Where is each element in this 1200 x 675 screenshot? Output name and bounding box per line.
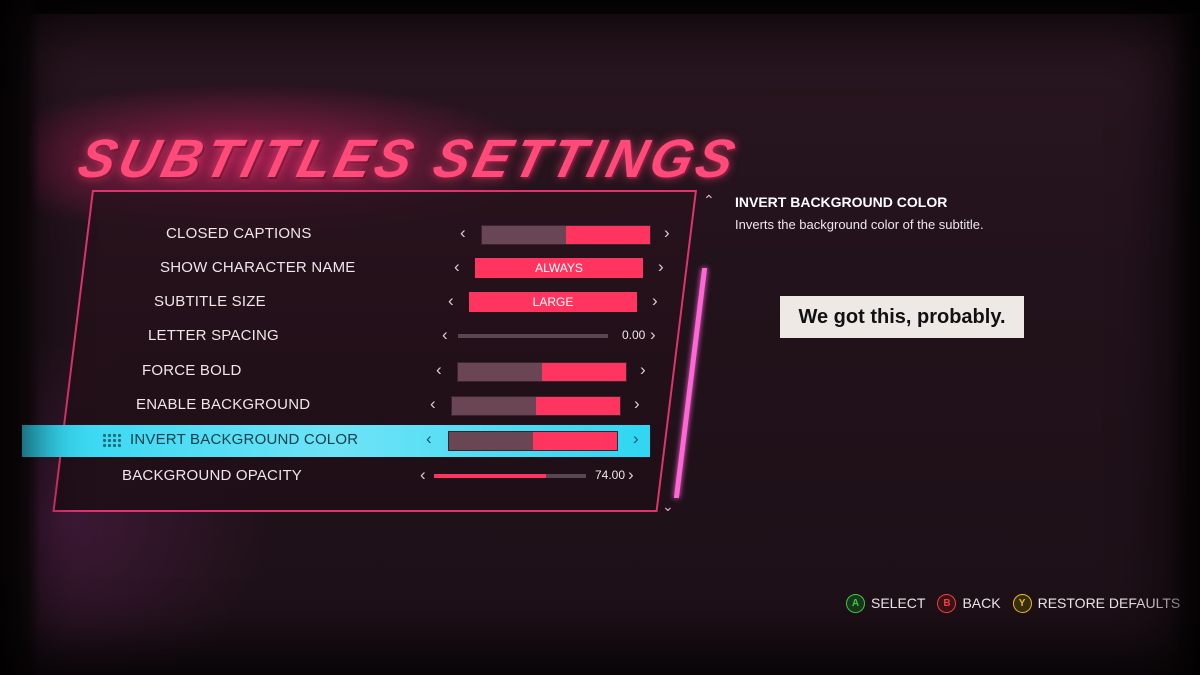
arrow-right-icon[interactable]: › — [652, 291, 658, 311]
setting-label: SUBTITLE SIZE — [154, 293, 266, 310]
setting-label: ENABLE BACKGROUND — [136, 396, 311, 413]
force-bold-toggle[interactable] — [457, 362, 627, 382]
arrow-right-icon[interactable]: › — [633, 429, 639, 449]
tv-bezel-right — [1170, 0, 1200, 675]
subtitle-preview: We got this, probably. — [780, 296, 1024, 338]
setting-label: BACKGROUND OPACITY — [122, 467, 303, 484]
enable-background-toggle[interactable] — [451, 396, 621, 416]
arrow-right-icon[interactable]: › — [658, 257, 664, 277]
select-label[interactable]: SELECT — [871, 595, 925, 611]
arrow-left-icon[interactable]: ‹ — [426, 429, 432, 449]
arrow-left-icon[interactable]: ‹ — [460, 223, 466, 243]
arrow-left-icon[interactable]: ‹ — [430, 394, 436, 414]
background-opacity-slider[interactable] — [434, 474, 586, 478]
show-character-name-select[interactable]: ALWAYS — [475, 258, 643, 278]
setting-label: FORCE BOLD — [142, 362, 242, 379]
arrow-left-icon[interactable]: ‹ — [420, 465, 426, 485]
arrow-right-icon[interactable]: › — [640, 360, 646, 380]
page-title: SUBTITLES SETTINGS — [72, 129, 745, 189]
setting-label: SHOW CHARACTER NAME — [160, 259, 356, 276]
arrow-left-icon[interactable]: ‹ — [454, 257, 460, 277]
tv-bezel-top — [0, 0, 1200, 14]
slider-value: 0.00 — [622, 328, 646, 342]
arrow-right-icon[interactable]: › — [650, 325, 656, 345]
arrow-right-icon[interactable]: › — [628, 465, 634, 485]
slider-value: 74.00 — [595, 468, 626, 482]
info-title: INVERT BACKGROUND COLOR — [735, 194, 948, 210]
scroll-down-icon[interactable]: ⌄ — [662, 498, 674, 515]
info-description: Inverts the background color of the subt… — [735, 217, 984, 232]
a-button-icon[interactable]: A — [846, 593, 865, 613]
setting-label: INVERT BACKGROUND COLOR — [130, 431, 359, 448]
back-label[interactable]: BACK — [962, 595, 1000, 611]
setting-row-subtitle-size[interactable]: SUBTITLE SIZE ‹ LARGE › — [154, 287, 674, 319]
setting-row-force-bold[interactable]: FORCE BOLD ‹ › — [142, 356, 662, 388]
setting-row-show-character-name[interactable]: SHOW CHARACTER NAME ‹ ALWAYS › — [160, 253, 680, 285]
y-button-icon[interactable]: Y — [1012, 593, 1032, 613]
arrow-right-icon[interactable]: › — [634, 394, 640, 414]
subtitle-size-select[interactable]: LARGE — [469, 292, 637, 312]
setting-row-letter-spacing[interactable]: LETTER SPACING ‹ 0.00 › — [148, 321, 668, 353]
arrow-left-icon[interactable]: ‹ — [448, 291, 454, 311]
restore-defaults-label[interactable]: RESTORE DEFAULTS — [1038, 595, 1181, 611]
closed-captions-toggle[interactable] — [481, 225, 651, 245]
setting-row-enable-background[interactable]: ENABLE BACKGROUND ‹ › — [136, 390, 656, 422]
tv-bezel-left — [0, 0, 40, 675]
setting-label: CLOSED CAPTIONS — [166, 225, 312, 242]
invert-background-color-toggle[interactable] — [448, 431, 618, 451]
setting-row-background-opacity[interactable]: BACKGROUND OPACITY ‹ 74.00 › — [122, 461, 642, 493]
arrow-left-icon[interactable]: ‹ — [436, 360, 442, 380]
arrow-right-icon[interactable]: › — [664, 223, 670, 243]
setting-row-invert-background-color[interactable]: INVERT BACKGROUND COLOR ‹ › — [130, 425, 650, 457]
scroll-up-icon[interactable]: ⌃ — [703, 192, 715, 209]
setting-label: LETTER SPACING — [148, 327, 279, 344]
drag-grip-icon — [102, 433, 122, 449]
setting-row-closed-captions[interactable]: CLOSED CAPTIONS ‹ › — [166, 219, 686, 251]
footer-controls: A SELECT B BACK Y RESTORE DEFAULTS — [846, 591, 1186, 615]
arrow-left-icon[interactable]: ‹ — [442, 325, 448, 345]
b-button-icon[interactable]: B — [937, 593, 957, 613]
game-screen: SUBTITLES SETTINGS CLOSED CAPTIONS ‹ › S… — [0, 0, 1200, 675]
letter-spacing-slider[interactable] — [458, 334, 608, 338]
